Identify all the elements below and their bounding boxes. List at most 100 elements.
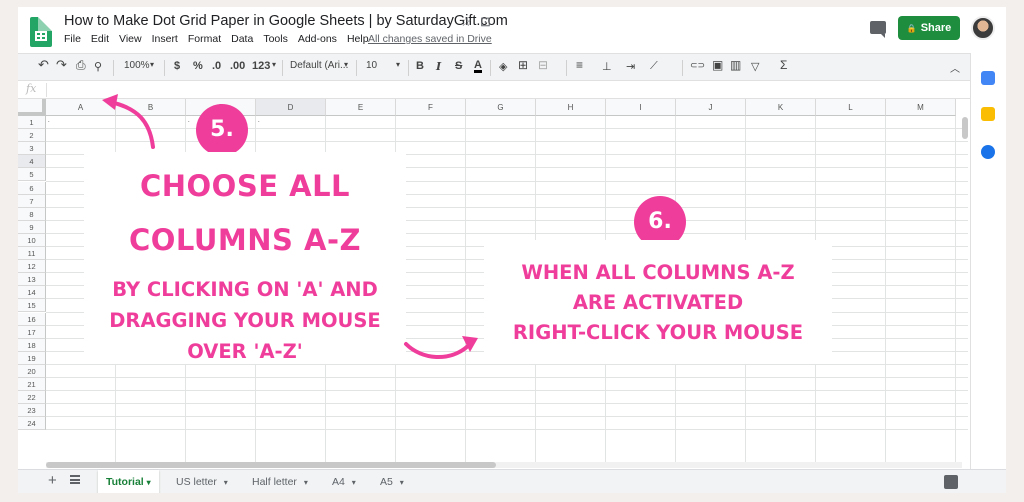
font-size-select[interactable]: 10: [366, 60, 377, 71]
row-header-15[interactable]: 15: [18, 299, 46, 313]
menu-help[interactable]: Help: [347, 33, 369, 45]
column-header-k[interactable]: K: [746, 99, 816, 116]
tab-a4[interactable]: A4 ▾: [332, 470, 356, 493]
row-header-24[interactable]: 24: [18, 417, 46, 431]
zoom-select[interactable]: 100%: [124, 60, 150, 71]
row-header-22[interactable]: 22: [18, 391, 46, 405]
row-header-16[interactable]: 16: [18, 312, 46, 326]
add-sheet-icon[interactable]: +: [48, 472, 57, 489]
menu-edit[interactable]: Edit: [91, 33, 109, 45]
more-formats-button[interactable]: 123: [252, 60, 270, 72]
menu-tools[interactable]: Tools: [263, 33, 288, 45]
insert-comment-icon[interactable]: ▣: [712, 58, 723, 72]
merge-cells-icon[interactable]: ⊟: [538, 58, 548, 72]
percent-format-button[interactable]: %: [193, 60, 203, 72]
increase-decimal-button[interactable]: .00: [230, 60, 245, 72]
horizontal-align-icon[interactable]: ≡: [576, 58, 583, 72]
tab-tutorial[interactable]: Tutorial ▾: [98, 470, 159, 493]
comment-history-icon[interactable]: [870, 21, 886, 38]
row-header-1[interactable]: 1: [18, 116, 46, 130]
row-header-14[interactable]: 14: [18, 286, 46, 300]
row-header-12[interactable]: 12: [18, 260, 46, 274]
share-button[interactable]: 🔒 Share: [898, 16, 960, 40]
text-wrap-icon[interactable]: ⇥: [626, 60, 635, 73]
menu-data[interactable]: Data: [231, 33, 253, 45]
calendar-icon[interactable]: [981, 71, 995, 85]
column-header-i[interactable]: I: [606, 99, 676, 116]
redo-icon[interactable]: ↷: [56, 57, 67, 73]
all-sheets-icon[interactable]: [70, 475, 80, 484]
insert-chart-icon[interactable]: ▥: [730, 58, 741, 72]
filter-icon[interactable]: ▽: [751, 60, 759, 73]
tasks-icon[interactable]: [981, 145, 995, 159]
row-header-6[interactable]: 6: [18, 181, 46, 195]
paint-format-icon[interactable]: ⚲: [94, 60, 102, 73]
tab-us-letter[interactable]: US letter ▾: [176, 470, 228, 493]
row-header-3[interactable]: 3: [18, 142, 46, 156]
italic-button[interactable]: I: [436, 60, 441, 73]
column-header-h[interactable]: H: [536, 99, 606, 116]
menu-file[interactable]: File: [64, 33, 81, 45]
vertical-align-icon[interactable]: ⊥: [602, 60, 612, 73]
text-rotation-icon[interactable]: ⟋: [650, 60, 658, 73]
chevron-down-icon: ▾: [223, 478, 228, 487]
tab-half-letter[interactable]: Half letter ▾: [252, 470, 308, 493]
menu-format[interactable]: Format: [188, 33, 221, 45]
menu-bar: File Edit View Insert Format Data Tools …: [64, 33, 379, 45]
row-header-17[interactable]: 17: [18, 325, 46, 339]
row-header-18[interactable]: 18: [18, 338, 46, 352]
row-header-8[interactable]: 8: [18, 207, 46, 221]
keep-icon[interactable]: [981, 107, 995, 121]
collapse-toolbar-icon[interactable]: ︿: [950, 60, 960, 75]
star-icon[interactable]: ☆: [460, 14, 472, 30]
row-header-5[interactable]: 5: [18, 168, 46, 182]
horizontal-scrollbar[interactable]: [46, 462, 496, 468]
row-header-2[interactable]: 2: [18, 129, 46, 143]
menu-insert[interactable]: Insert: [152, 33, 178, 45]
save-status-link[interactable]: All changes saved in Drive: [368, 33, 492, 45]
row-header-11[interactable]: 11: [18, 247, 46, 261]
tab-label: A5: [380, 476, 393, 488]
step-6-callout: WHEN ALL COLUMNS A-Z ARE ACTIVATED RIGHT…: [484, 240, 832, 364]
row-header-7[interactable]: 7: [18, 194, 46, 208]
doc-title[interactable]: How to Make Dot Grid Paper in Google She…: [64, 13, 508, 29]
row-header-20[interactable]: 20: [18, 364, 46, 378]
select-all-corner[interactable]: [18, 99, 46, 116]
insert-link-icon[interactable]: ⊂⊃: [690, 60, 705, 71]
row-header-21[interactable]: 21: [18, 378, 46, 392]
menu-addons[interactable]: Add-ons: [298, 33, 337, 45]
borders-icon[interactable]: ⊞: [518, 58, 528, 72]
vertical-scrollbar[interactable]: [962, 117, 968, 139]
font-family-select[interactable]: Default (Ari...: [290, 60, 348, 71]
row-header-13[interactable]: 13: [18, 273, 46, 287]
tab-a5[interactable]: A5 ▾: [380, 470, 404, 493]
bold-button[interactable]: B: [416, 60, 424, 72]
avatar[interactable]: [971, 16, 995, 40]
sheets-logo-icon[interactable]: [30, 17, 52, 47]
column-header-j[interactable]: J: [676, 99, 746, 116]
print-icon[interactable]: ⎙: [76, 58, 86, 73]
column-header-g[interactable]: G: [466, 99, 536, 116]
move-folder-icon[interactable]: ⊡: [480, 14, 491, 30]
menu-view[interactable]: View: [119, 33, 142, 45]
row-header-10[interactable]: 10: [18, 233, 46, 247]
explore-icon[interactable]: [944, 475, 958, 489]
strikethrough-button[interactable]: S: [455, 60, 462, 72]
fill-color-icon[interactable]: ◈: [499, 60, 507, 73]
undo-icon[interactable]: ↶: [38, 57, 49, 73]
decrease-decimal-button[interactable]: .0: [212, 60, 221, 72]
text-color-button[interactable]: A: [474, 60, 482, 73]
row-header-4[interactable]: 4: [18, 155, 46, 169]
step-5-title-line-1: CHOOSE ALL: [139, 169, 351, 203]
row-header-23[interactable]: 23: [18, 404, 46, 418]
currency-format-button[interactable]: $: [174, 60, 180, 72]
column-header-l[interactable]: L: [816, 99, 886, 116]
row-header-9[interactable]: 9: [18, 220, 46, 234]
row-header-19[interactable]: 19: [18, 351, 46, 365]
column-header-f[interactable]: F: [396, 99, 466, 116]
functions-icon[interactable]: Σ: [780, 58, 787, 72]
column-header-d[interactable]: D: [256, 99, 326, 116]
column-header-m[interactable]: M: [886, 99, 956, 116]
column-header-e[interactable]: E: [326, 99, 396, 116]
fx-icon: fx: [26, 82, 37, 95]
